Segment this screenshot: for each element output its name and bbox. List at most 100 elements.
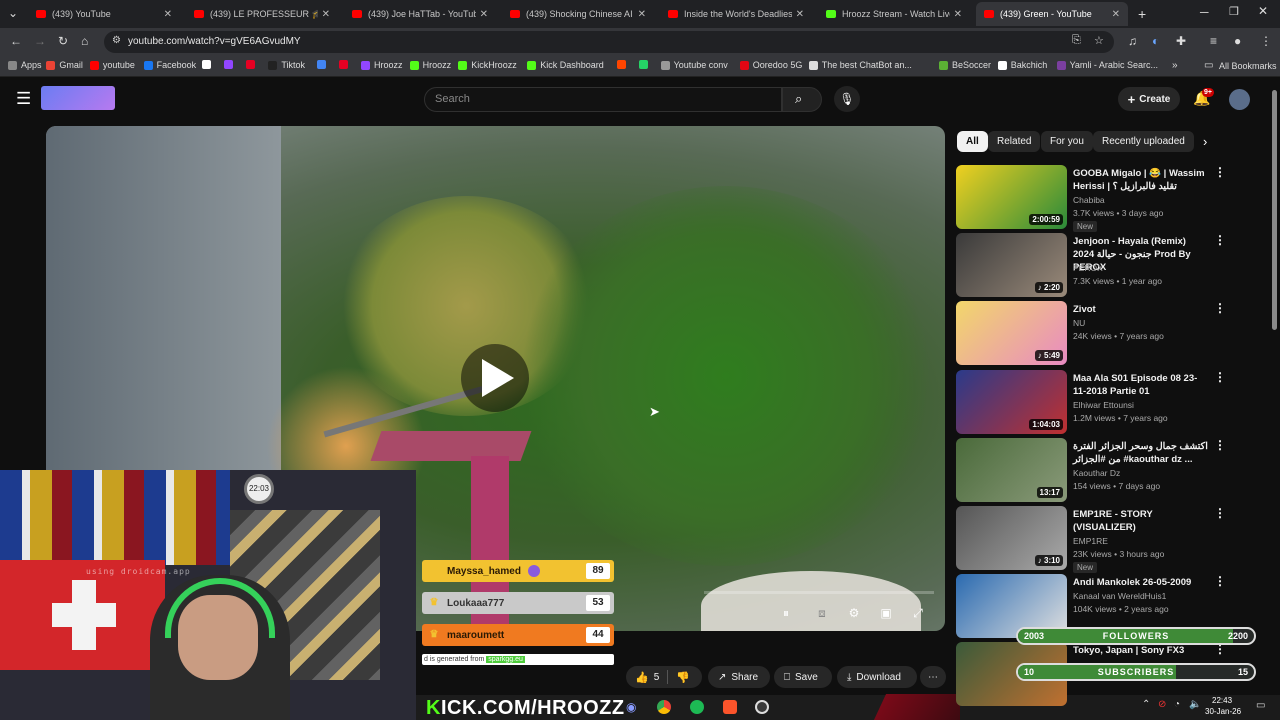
bookmark-item[interactable] [339,60,352,69]
search-input[interactable]: Search [424,87,782,112]
more-options-icon[interactable]: ⋮ [1214,370,1226,384]
extension-music-icon[interactable]: ♫ [1128,34,1137,48]
url-text[interactable]: youtube.com/watch?v=gVE6AGvudMY [128,36,301,47]
bookmark-item[interactable] [202,60,215,69]
channel-name[interactable]: Elhiwar Ettounsi [1073,400,1134,410]
extensions-icon[interactable]: ✚ [1176,34,1186,48]
create-button[interactable]: + Create [1118,87,1180,111]
recommendation-item[interactable]: ♪ 5:49 Zivot NU 24K views • 7 years ago ⋮ [956,301,1256,366]
video-thumbnail[interactable]: ♪ 3:10 [956,506,1067,570]
bookmark-item[interactable] [224,60,237,69]
browser-tab[interactable]: Hroozz Stream - Watch Live on ✕ [818,2,970,26]
install-icon[interactable]: ⎘ [1072,34,1081,47]
search-button[interactable]: ⌕ [782,87,822,112]
more-options-icon[interactable]: ⋮ [1214,574,1226,588]
tab-close-icon[interactable]: ✕ [954,9,962,20]
all-bookmarks-link[interactable]: All Bookmarks [1219,61,1277,71]
taskbar-spotify-icon[interactable] [690,700,704,714]
save-button[interactable]: ⎕ Save [774,666,832,688]
video-thumbnail[interactable]: 13:17 [956,437,1067,502]
browser-tab[interactable]: (439) YouTube ✕ [28,2,180,26]
tab-close-icon[interactable]: ✕ [1112,9,1120,20]
chips-next-chevron-icon[interactable]: › [1203,134,1207,149]
tab-close-icon[interactable]: ✕ [638,9,646,20]
channel-name[interactable]: PEROX [1073,263,1103,273]
tab-close-icon[interactable]: ✕ [480,9,488,20]
browser-tab[interactable]: (439) Joe HaTTab - YouTube ✕ [344,2,496,26]
video-title[interactable]: Maa Ala S01 Episode 08 23-11-2018 Partie… [1073,372,1208,398]
channel-logo[interactable] [41,86,115,110]
video-title[interactable]: GOOBA Migalo | 😂 | Wassim Herissi | تقلي… [1073,167,1208,193]
more-actions-button[interactable]: ⋯ [920,666,946,688]
recommendation-item[interactable]: ♪ 2:20 Jenjoon - Hayala (Remix) 2024 جنجو… [956,233,1256,298]
browser-tab[interactable]: (439) Shocking Chinese AI Robo ✕ [502,2,654,26]
bookmark-item[interactable]: Hroozz [361,60,403,70]
browser-tab[interactable]: (439) Green - YouTube ✕ [976,2,1128,26]
profile-icon[interactable]: ● [1234,34,1241,48]
fullscreen-icon[interactable]: ⤢ [909,605,927,621]
video-title[interactable]: Tokyo, Japan | Sony FX3 [1073,644,1208,657]
video-title[interactable]: اكتشف جمال وسحر الجزائر الفترة من #الجزا… [1073,440,1208,466]
video-progress-bar[interactable] [704,591,934,594]
tab-search-icon[interactable]: ⌄ [8,6,18,20]
bookmark-item[interactable]: The best ChatBot an... [808,60,912,70]
bookmarks-overflow-icon[interactable]: » [1172,60,1178,71]
tab-close-icon[interactable]: ✕ [796,9,804,20]
home-icon[interactable]: ⌂ [81,34,88,48]
browser-tab[interactable]: Inside the World's Deadliest Ku ✕ [660,2,812,26]
chip-for-you[interactable]: For you [1041,131,1093,152]
bookmark-item[interactable]: Facebook [143,60,196,70]
site-info-icon[interactable]: ⚙ [112,35,121,46]
extension-tiktok-icon[interactable]: ◐ [1152,34,1159,48]
page-scrollbar[interactable] [1272,90,1277,330]
bookmark-item[interactable]: BeSoccer [939,60,991,70]
bookmark-item[interactable]: KickHroozz [458,60,517,70]
tab-close-icon[interactable]: ✕ [322,9,330,20]
video-title[interactable]: Andi Mankolek 26-05-2009 [1073,576,1208,589]
channel-name[interactable]: NU [1073,318,1085,328]
browser-menu-icon[interactable]: ⋮ [1260,34,1272,48]
voice-search-button[interactable]: 🎙 [834,86,860,112]
tray-date[interactable]: 30-Jan-26 [1205,707,1241,716]
bookmark-item[interactable]: Hroozz [409,60,451,70]
close-window-icon[interactable]: ✕ [1258,4,1268,18]
new-tab-button[interactable]: + [1138,6,1146,22]
omnibox[interactable]: ⚙ youtube.com/watch?v=gVE6AGvudMY ⎘ ☆ [104,31,1114,53]
share-button[interactable]: ↗ Share [708,666,770,688]
video-thumbnail[interactable]: ♪ 5:49 [956,301,1067,366]
bookmark-item[interactable] [638,60,652,69]
reading-list-icon[interactable]: ≡ [1210,34,1217,48]
bookmark-item[interactable] [246,60,259,69]
restore-icon[interactable]: ❐ [1229,5,1239,18]
reload-icon[interactable]: ↻ [58,34,68,48]
tab-close-icon[interactable]: ✕ [164,9,172,20]
video-title[interactable]: Zivot [1073,303,1208,316]
chip-recently-uploaded[interactable]: Recently uploaded [1093,131,1194,152]
channel-name[interactable]: Kanaal van WereldHuis1 [1073,591,1166,601]
bookmark-item[interactable] [317,60,330,69]
settings-gear-icon[interactable]: ⚙ [845,605,863,621]
taskbar-brave-icon[interactable] [723,700,737,714]
bookmark-star-icon[interactable]: ☆ [1094,34,1104,47]
recommendation-item[interactable]: ♪ 3:10 EMP1RE - STORY (VISUALIZER) EMP1RE 2… [956,506,1256,573]
bookmark-item[interactable]: Kick Dashboard [527,60,604,70]
minimize-icon[interactable]: ─ [1200,5,1209,19]
bookmark-item[interactable]: Yamli - Arabic Searc... [1056,60,1158,70]
more-options-icon[interactable]: ⋮ [1214,301,1226,315]
channel-name[interactable]: Chabiba [1073,195,1105,205]
chip-related[interactable]: Related [988,131,1041,152]
like-button[interactable]: 👍 5 [626,671,659,684]
recommendation-item[interactable]: 1:04:03 Maa Ala S01 Episode 08 23-11-2018… [956,369,1256,434]
account-avatar[interactable] [1229,89,1250,110]
bookmark-item[interactable]: Gmail [46,60,83,70]
bookmark-item[interactable]: Tiktok [268,60,305,70]
taskbar-obs-icon[interactable] [755,700,769,714]
chip-all[interactable]: All [957,131,988,152]
bookmark-item[interactable]: youtube [89,60,135,70]
more-options-icon[interactable]: ⋮ [1214,233,1226,247]
pause-icon[interactable]: ⏸ [777,605,795,621]
guide-menu-icon[interactable]: ☰ [16,89,31,109]
download-button[interactable]: ⤓ Download [837,666,917,688]
back-icon[interactable]: ← [10,34,22,48]
more-options-icon[interactable]: ⋮ [1214,165,1226,179]
